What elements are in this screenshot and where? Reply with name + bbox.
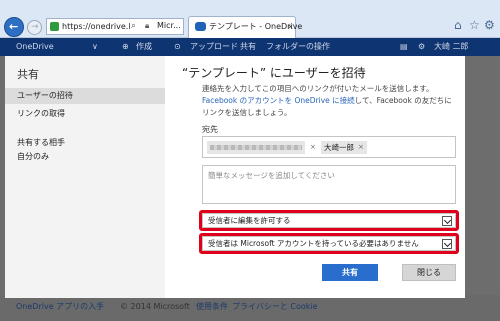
dialog-description: 連絡先を入力してこの項目へのリンクが付いたメールを送信します。 Facebook … <box>202 83 456 119</box>
recipient-chip: 大崎一郎 × <box>321 141 367 154</box>
home-icon[interactable]: ⌂ <box>454 18 462 32</box>
share-dialog: 共有 ユーザーの招待 リンクの取得 共有する相手 自分のみ “テンプレート” に… <box>5 56 465 298</box>
sidebar-item-label: ユーザーの招待 <box>17 91 73 100</box>
redacted-blur <box>210 145 302 150</box>
footer-privacy-link[interactable]: プライバシーと Cookie <box>232 301 318 313</box>
remove-recipient-icon[interactable]: × <box>310 142 316 152</box>
onedrive-app-bar: OneDrive ∨ ⊕ 作成 ⊙ アップロード 共有 フォルダーの操作 ▤ ⚙… <box>0 38 500 56</box>
recipient-chip-redacted <box>207 141 305 154</box>
shared-with-value: 自分のみ <box>17 152 49 161</box>
desc-text-1: 連絡先を入力してこの項目へのリンクが付いたメールを送信します。 <box>202 84 434 93</box>
shared-with-heading: 共有する相手 <box>17 138 65 147</box>
recipient-name: 大崎一郎 <box>324 143 354 152</box>
tab-close-icon[interactable]: × <box>287 21 294 33</box>
chevron-down-icon[interactable]: ∨ <box>92 41 98 53</box>
facebook-connect-link[interactable]: Facebook のアカウントを OneDrive に接続 <box>202 96 355 105</box>
secure-site-icon <box>50 22 59 31</box>
url-text[interactable]: https://onedrive.l <box>62 21 130 32</box>
footer-terms-link[interactable]: 使用条件 <box>196 301 228 313</box>
folder-ops-button[interactable]: フォルダーの操作 <box>266 41 330 53</box>
notifications-icon[interactable]: ▤ <box>400 41 408 53</box>
back-button[interactable]: ← <box>4 17 24 37</box>
highlight-box <box>199 233 459 254</box>
share-dialog-sidebar: 共有 ユーザーの招待 リンクの取得 共有する相手 自分のみ <box>5 56 165 298</box>
search-icon[interactable]: ⌕ <box>131 20 136 32</box>
upload-icon: ⊙ <box>174 42 181 51</box>
footer-app-link[interactable]: OneDrive アプリの入手 <box>16 301 104 313</box>
settings-gear-icon[interactable]: ⚙ <box>418 41 425 53</box>
sidebar-item-get-link[interactable]: リンクの取得 <box>17 108 65 120</box>
highlight-box <box>199 210 459 231</box>
lock-icon[interactable]: 🔒︎ <box>145 20 149 32</box>
user-name[interactable]: 大崎 二郎 <box>434 41 469 53</box>
footer-copyright: © 2014 Microsoft <box>120 302 190 311</box>
share-submit-button[interactable]: 共有 <box>322 264 378 281</box>
address-bar[interactable]: https://onedrive.l ⌕ 🔒︎ Micr... <box>46 18 184 35</box>
recipients-field[interactable]: × 大崎一郎 × <box>202 136 456 158</box>
star-icon[interactable]: ☆ <box>469 18 480 32</box>
close-button[interactable]: 閉じる <box>402 264 456 281</box>
onedrive-cloud-icon <box>195 22 206 31</box>
forward-button[interactable]: → <box>27 20 42 35</box>
share-button[interactable]: 共有 <box>240 41 256 53</box>
sidebar-title: 共有 <box>17 68 39 81</box>
dialog-title: “テンプレート” にユーザーを招待 <box>182 66 366 80</box>
to-label: 宛先 <box>202 125 218 134</box>
forward-arrow-icon: → <box>31 22 39 32</box>
back-arrow-icon: ← <box>9 20 19 33</box>
message-input[interactable] <box>202 165 456 204</box>
remove-recipient-icon[interactable]: × <box>358 142 364 153</box>
site-identity-label[interactable]: Micr... <box>157 20 181 32</box>
create-plus-icon: ⊕ <box>122 42 129 51</box>
sidebar-item-invite[interactable]: ユーザーの招待 <box>5 88 165 104</box>
page-footer: OneDrive アプリの入手 © 2014 Microsoft 使用条件 プラ… <box>0 295 500 321</box>
browser-toolbar: ← → https://onedrive.l ⌕ 🔒︎ Micr... テンプレ… <box>0 0 500 38</box>
upload-button[interactable]: アップロード <box>190 41 238 53</box>
tab-onedrive[interactable]: テンプレート - OneDrive × <box>188 16 302 38</box>
gear-icon[interactable]: ⚙ <box>484 18 495 32</box>
create-button[interactable]: 作成 <box>136 41 152 53</box>
onedrive-brand[interactable]: OneDrive <box>16 41 54 53</box>
